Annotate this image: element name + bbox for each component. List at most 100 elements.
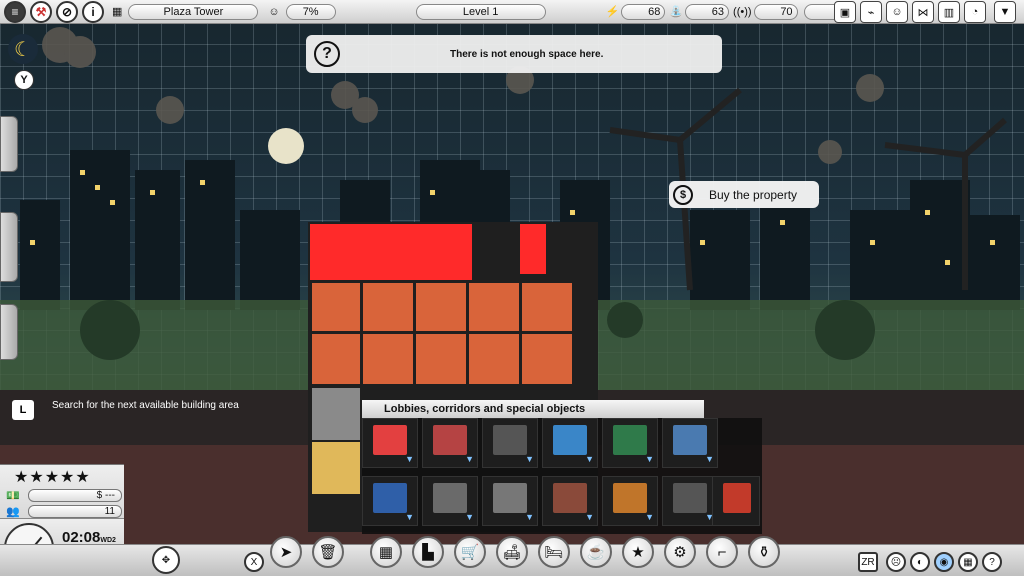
power-icon: ⚡ bbox=[605, 6, 620, 18]
population-icon: 👥 bbox=[6, 506, 20, 518]
box-icon[interactable]: ▣ bbox=[834, 1, 856, 23]
door-icon bbox=[373, 483, 407, 513]
power-value: 68 bbox=[621, 3, 666, 20]
garden-icon bbox=[613, 425, 647, 455]
down-arrow-icon: ▼ bbox=[585, 512, 594, 522]
buy-property-label: Buy the property bbox=[709, 187, 798, 202]
slot-trash[interactable]: ▼ bbox=[482, 476, 538, 526]
moon-time-icon: ☾ bbox=[8, 34, 38, 64]
menu-icon[interactable]: ≡ bbox=[4, 0, 26, 23]
skylight-icon bbox=[673, 425, 707, 455]
slot-roof-garden[interactable]: ▼ bbox=[602, 418, 658, 468]
dropdown-icon[interactable]: ▼ bbox=[994, 1, 1016, 23]
grid-icon[interactable]: ▦ bbox=[958, 552, 978, 572]
down-arrow-icon: ▼ bbox=[525, 512, 534, 522]
lobby-icon bbox=[373, 425, 407, 455]
zr-key[interactable]: ZR bbox=[858, 552, 878, 572]
entertainment-tool[interactable]: ★ bbox=[622, 536, 654, 568]
notice-popup: ? There is not enough space here. bbox=[306, 35, 722, 73]
people-icon[interactable]: ☺ bbox=[886, 1, 908, 23]
apartment-tool[interactable]: 🛋 bbox=[496, 536, 528, 568]
food-tool[interactable]: ☕ bbox=[580, 536, 612, 568]
slot-speaker-wall[interactable]: ▼ bbox=[542, 476, 598, 526]
side-tab-1[interactable] bbox=[0, 116, 18, 172]
help-icon[interactable]: ? bbox=[982, 552, 1002, 572]
l-key[interactable]: L bbox=[12, 400, 34, 420]
elevator-icon bbox=[433, 425, 467, 455]
slot-skylight[interactable]: ▼ bbox=[662, 418, 718, 468]
down-arrow-icon: ▼ bbox=[465, 512, 474, 522]
hammer-icon[interactable]: ⚒ bbox=[30, 0, 52, 23]
slot-door[interactable]: ▼ bbox=[362, 476, 418, 526]
satisfaction-value: 7% bbox=[285, 3, 336, 20]
delete-tool[interactable]: 🗑 bbox=[312, 536, 344, 568]
slot-elevator[interactable]: ▼ bbox=[422, 418, 478, 468]
side-tab-2[interactable] bbox=[0, 212, 18, 282]
side-tab-3[interactable] bbox=[0, 304, 18, 360]
category-panel-title: Lobbies, corridors and special objects bbox=[362, 400, 704, 418]
down-arrow-icon: ▼ bbox=[405, 512, 414, 522]
eye-icon[interactable]: ◉ bbox=[934, 552, 954, 572]
water-icon: ⛲ bbox=[669, 6, 684, 18]
population-value: 11 bbox=[28, 505, 122, 518]
no-entry-icon[interactable]: ⊘ bbox=[56, 0, 78, 23]
hint-text: Search for the next available building a… bbox=[52, 400, 239, 411]
water-value: 63 bbox=[685, 3, 730, 20]
contrast-icon[interactable]: ◐ bbox=[910, 552, 930, 572]
buy-property-button[interactable]: $ Buy the property bbox=[669, 181, 819, 208]
shop-tool[interactable]: 🛒 bbox=[454, 536, 486, 568]
brick-wall-icon bbox=[553, 483, 587, 513]
slot-corridor[interactable]: ▼ bbox=[422, 476, 478, 526]
services-tool[interactable]: ⚙ bbox=[664, 536, 696, 568]
down-arrow-icon: ▼ bbox=[525, 454, 534, 464]
stairs-icon bbox=[493, 425, 527, 455]
camera-icon bbox=[673, 483, 707, 513]
help-icon: ? bbox=[314, 41, 340, 67]
moon bbox=[268, 128, 304, 164]
slot-bench[interactable]: ▼ bbox=[602, 476, 658, 526]
x-key[interactable]: X bbox=[244, 552, 264, 572]
wifi-value: 70 bbox=[753, 3, 798, 20]
fire-icon bbox=[723, 483, 751, 513]
corridor-icon bbox=[433, 483, 467, 513]
down-arrow-icon: ▼ bbox=[645, 512, 654, 522]
window-icon bbox=[553, 425, 587, 455]
hotel-tool[interactable]: 🛏 bbox=[538, 536, 570, 568]
slot-window[interactable]: ▼ bbox=[542, 418, 598, 468]
weekday: WD2 bbox=[100, 537, 116, 544]
gamepad-icon[interactable]: ✥ bbox=[152, 546, 180, 574]
cursor-tool[interactable]: ➤ bbox=[270, 536, 302, 568]
object-tray: ▼ ▼ ▼ ▼ ▼ ▼ ▼ ▼ ▼ ▼ ▼ ▼ bbox=[362, 418, 762, 534]
slot-stairs[interactable]: ▼ bbox=[482, 418, 538, 468]
notice-text: There is not enough space here. bbox=[450, 48, 604, 60]
game-viewport[interactable]: ? There is not enough space here. $ Buy … bbox=[0, 0, 1024, 576]
down-arrow-icon: ▼ bbox=[645, 454, 654, 464]
level-indicator[interactable]: Level 1 bbox=[415, 3, 546, 20]
building-icon: ▦ bbox=[112, 6, 123, 18]
tower-name[interactable]: Plaza Tower bbox=[128, 3, 259, 20]
y-key[interactable]: Y bbox=[14, 70, 34, 90]
network-icon[interactable]: ⋈ bbox=[912, 1, 934, 23]
trash-can-icon bbox=[493, 483, 527, 513]
info-icon[interactable]: i bbox=[82, 0, 104, 23]
pie-chart-icon[interactable]: ◔ bbox=[964, 1, 986, 23]
money-value: $ --- bbox=[28, 489, 122, 502]
satellite-icon[interactable]: ⌁ bbox=[860, 1, 882, 23]
down-arrow-icon: ▼ bbox=[465, 454, 474, 464]
slot-lobby[interactable]: ▼ bbox=[362, 418, 418, 468]
dollar-icon: $ bbox=[673, 184, 693, 205]
sad-face-icon[interactable]: ☹ bbox=[886, 552, 906, 572]
down-arrow-icon: ▼ bbox=[585, 454, 594, 464]
bench-icon bbox=[613, 483, 647, 513]
stairs-tool[interactable]: ⌐ bbox=[706, 536, 738, 568]
hint: L Search for the next available building… bbox=[12, 400, 242, 420]
build-lobby-tool[interactable]: ▦ bbox=[370, 536, 402, 568]
smiley-icon: ☺ bbox=[268, 5, 280, 18]
down-arrow-icon: ▼ bbox=[705, 454, 714, 464]
decor-tool[interactable]: ⚱ bbox=[748, 536, 780, 568]
stats-icon[interactable]: ▥ bbox=[938, 1, 960, 23]
down-arrow-icon: ▼ bbox=[405, 454, 414, 464]
slot-fire-alarm[interactable] bbox=[712, 476, 760, 526]
slot-camera[interactable]: ▼ bbox=[662, 476, 718, 526]
build-office-tool[interactable]: ▙ bbox=[412, 536, 444, 568]
